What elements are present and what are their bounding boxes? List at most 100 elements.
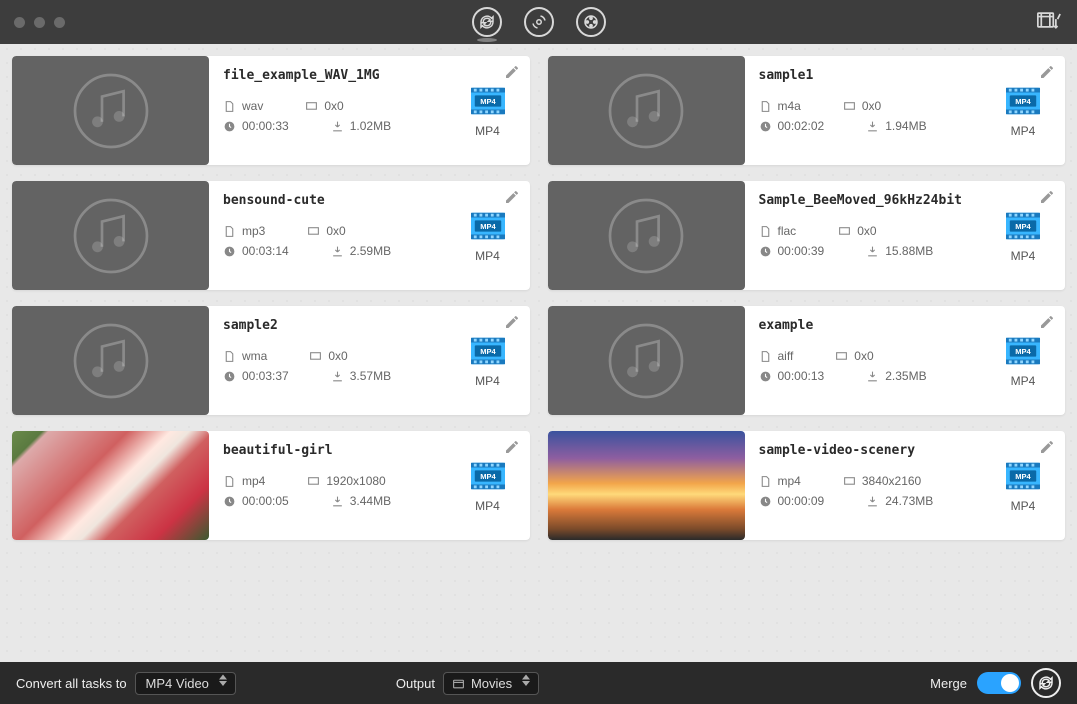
resolution: 1920x1080 xyxy=(307,474,385,488)
resolution: 0x0 xyxy=(305,99,343,113)
resolution: 0x0 xyxy=(843,99,881,113)
task-card[interactable]: sample1 m4a 0x0 00:02:02 1.94MB MP4 MP4 xyxy=(548,56,1066,165)
format-label: MP4 xyxy=(475,374,500,388)
task-card[interactable]: sample-video-scenery mp4 3840x2160 00:00… xyxy=(548,431,1066,540)
file-type: mp4 xyxy=(223,474,265,488)
file-type: wav xyxy=(223,99,263,113)
task-card[interactable]: Sample_BeeMoved_96kHz24bit flac 0x0 00:0… xyxy=(548,181,1066,290)
file-title: bensound-cute xyxy=(223,193,462,208)
svg-text:MP4: MP4 xyxy=(1015,346,1031,355)
file-type: flac xyxy=(759,224,797,238)
thumbnail xyxy=(548,56,745,165)
output-folder-value: Movies xyxy=(471,676,512,691)
file-title: Sample_BeeMoved_96kHz24bit xyxy=(759,193,998,208)
bottom-bar: Convert all tasks to MP4 Video Output Mo… xyxy=(0,662,1077,704)
file-title: beautiful-girl xyxy=(223,443,462,458)
filesize: 3.44MB xyxy=(331,494,391,508)
edit-icon[interactable] xyxy=(504,64,520,84)
thumbnail xyxy=(12,56,209,165)
edit-icon[interactable] xyxy=(504,439,520,459)
format-label: MP4 xyxy=(1011,499,1036,513)
convert-format-select[interactable]: MP4 Video xyxy=(135,672,236,695)
zoom-window[interactable] xyxy=(54,17,65,28)
svg-text:MP4: MP4 xyxy=(480,346,496,355)
resolution: 0x0 xyxy=(835,349,873,363)
file-type: aiff xyxy=(759,349,794,363)
disc-mode-icon[interactable] xyxy=(524,7,554,37)
library-icon[interactable] xyxy=(1037,10,1061,35)
filesize: 24.73MB xyxy=(866,494,933,508)
thumbnail xyxy=(12,306,209,415)
resolution: 0x0 xyxy=(838,224,876,238)
output-label: Output xyxy=(396,676,435,691)
svg-text:MP4: MP4 xyxy=(480,221,496,230)
svg-text:MP4: MP4 xyxy=(1015,96,1031,105)
window-controls xyxy=(14,17,65,28)
reel-mode-icon[interactable] xyxy=(576,7,606,37)
resolution: 0x0 xyxy=(307,224,345,238)
minimize-window[interactable] xyxy=(34,17,45,28)
filesize: 15.88MB xyxy=(866,244,933,258)
file-title: example xyxy=(759,318,998,333)
format-label: MP4 xyxy=(1011,374,1036,388)
filesize: 1.94MB xyxy=(866,119,926,133)
file-type: m4a xyxy=(759,99,801,113)
convert-format-value: MP4 Video xyxy=(146,676,209,691)
convert-mode-icon[interactable] xyxy=(472,7,502,37)
duration: 00:03:37 xyxy=(223,369,289,383)
top-mode-icons xyxy=(472,7,606,37)
close-window[interactable] xyxy=(14,17,25,28)
start-convert-button[interactable] xyxy=(1031,668,1061,698)
task-card[interactable]: file_example_WAV_1MG wav 0x0 00:00:33 1.… xyxy=(12,56,530,165)
duration: 00:00:09 xyxy=(759,494,825,508)
thumbnail xyxy=(12,431,209,540)
format-label: MP4 xyxy=(475,124,500,138)
mp4-film-icon: MP4 xyxy=(1004,459,1042,493)
mp4-film-icon: MP4 xyxy=(1004,209,1042,243)
svg-text:MP4: MP4 xyxy=(1015,471,1031,480)
file-title: sample2 xyxy=(223,318,462,333)
filesize: 2.59MB xyxy=(331,244,391,258)
thumbnail xyxy=(12,181,209,290)
task-card[interactable]: beautiful-girl mp4 1920x1080 00:00:05 3.… xyxy=(12,431,530,540)
filesize: 2.35MB xyxy=(866,369,926,383)
file-title: sample1 xyxy=(759,68,998,83)
file-type: wma xyxy=(223,349,267,363)
svg-text:MP4: MP4 xyxy=(1015,221,1031,230)
titlebar xyxy=(0,0,1077,44)
edit-icon[interactable] xyxy=(1039,314,1055,334)
edit-icon[interactable] xyxy=(1039,189,1055,209)
thumbnail xyxy=(548,181,745,290)
task-card[interactable]: bensound-cute mp3 0x0 00:03:14 2.59MB MP… xyxy=(12,181,530,290)
output-folder-select[interactable]: Movies xyxy=(443,672,539,695)
mp4-film-icon: MP4 xyxy=(1004,334,1042,368)
mp4-film-icon: MP4 xyxy=(469,209,507,243)
convert-all-label: Convert all tasks to xyxy=(16,676,127,691)
resolution: 3840x2160 xyxy=(843,474,921,488)
svg-text:MP4: MP4 xyxy=(480,96,496,105)
format-label: MP4 xyxy=(475,249,500,263)
edit-icon[interactable] xyxy=(1039,439,1055,459)
thumbnail xyxy=(548,306,745,415)
mp4-film-icon: MP4 xyxy=(469,84,507,118)
task-card[interactable]: example aiff 0x0 00:00:13 2.35MB MP4 MP4 xyxy=(548,306,1066,415)
merge-label: Merge xyxy=(930,676,967,691)
filesize: 3.57MB xyxy=(331,369,391,383)
filesize: 1.02MB xyxy=(331,119,391,133)
edit-icon[interactable] xyxy=(1039,64,1055,84)
mp4-film-icon: MP4 xyxy=(1004,84,1042,118)
task-card[interactable]: sample2 wma 0x0 00:03:37 3.57MB MP4 MP4 xyxy=(12,306,530,415)
edit-icon[interactable] xyxy=(504,314,520,334)
mp4-film-icon: MP4 xyxy=(469,334,507,368)
file-type: mp4 xyxy=(759,474,801,488)
duration: 00:00:33 xyxy=(223,119,289,133)
file-type: mp3 xyxy=(223,224,265,238)
edit-icon[interactable] xyxy=(504,189,520,209)
duration: 00:03:14 xyxy=(223,244,289,258)
duration: 00:00:13 xyxy=(759,369,825,383)
svg-text:MP4: MP4 xyxy=(480,471,496,480)
task-grid: file_example_WAV_1MG wav 0x0 00:00:33 1.… xyxy=(0,44,1077,552)
format-label: MP4 xyxy=(1011,249,1036,263)
merge-toggle[interactable] xyxy=(977,672,1021,694)
format-label: MP4 xyxy=(1011,124,1036,138)
